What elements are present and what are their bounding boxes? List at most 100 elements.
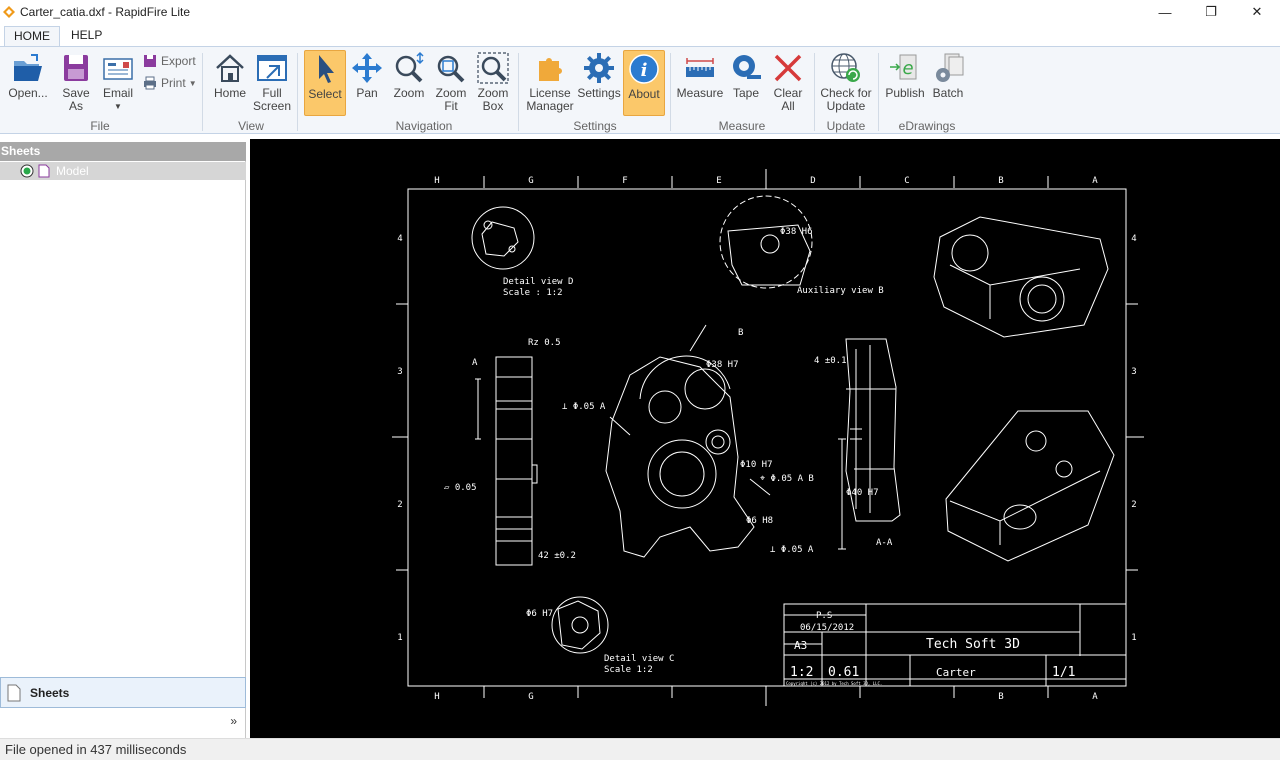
dim-10h7: Φ10 H7 [740,460,773,470]
svg-text:i: i [641,60,648,81]
document-icon [7,684,21,701]
zone-col-g: G [528,176,533,186]
email-button[interactable]: Email ▼ [100,51,136,113]
title-block-scale: 1:2 [790,665,813,680]
check-for-update-button[interactable]: Check for Update [818,51,874,113]
minimize-button[interactable]: — [1142,0,1188,24]
dim-roughness: Rz 0.5 [528,338,561,348]
red-x-icon [774,54,802,82]
close-button[interactable]: ✕ [1234,0,1280,24]
ribbon-tabs: HOME HELP [0,24,1280,46]
tol-perpendicularity-1: ⊥ Φ.05 A [562,402,606,412]
title-block-size: A3 [794,639,807,652]
batch-button[interactable]: Batch [928,51,968,100]
select-button[interactable]: Select [304,50,346,116]
detail-view-d-label: Detail view D [503,277,573,287]
zone-col-h: H [434,176,439,186]
zoom-box-button[interactable]: Zoom Box [474,51,512,113]
save-as-button[interactable]: Save As [58,51,94,113]
edrawings-publish-icon: e [890,54,917,80]
rapidfire-app-icon [3,6,15,18]
document-icon [38,164,50,178]
zoom-button[interactable]: Zoom [390,51,428,100]
title-block-part-name: Carter [936,666,976,679]
clear-all-button[interactable]: Clear All [769,51,807,113]
tree-item-model[interactable]: Model [0,162,246,180]
group-label-view: View [238,119,264,133]
detail-view-d-scale: Scale : 1:2 [503,288,563,298]
gear-icon [584,53,614,83]
title-block-date: 06/15/2012 [800,623,854,633]
title-block-company: Tech Soft 3D [926,637,1020,652]
ruler-measure-icon [686,58,714,77]
tab-help[interactable]: HELP [62,26,111,46]
zone-col-c: C [904,176,909,186]
group-separator [202,53,203,131]
zone-col-e: E [716,176,721,186]
expand-pane-button[interactable]: » [230,714,237,728]
measure-button[interactable]: Measure [677,51,723,100]
zone-col-b: B [998,176,1003,186]
zone-col-h-bottom: H [434,692,439,702]
zone-col-a-bottom: A [1092,692,1098,702]
zoom-magnifier-icon [395,51,424,83]
cursor-arrow-icon [319,55,334,83]
sheets-bottom-tab[interactable]: Sheets [0,677,246,708]
batch-gears-icon [936,53,964,82]
datum-a-label: A [472,358,478,368]
maximize-button[interactable]: ❐ [1188,0,1234,24]
detail-view-c-label: Detail view C [604,654,674,664]
tape-button[interactable]: Tape [727,51,765,100]
group-label-edrawings: eDrawings [898,119,956,133]
zone-col-g-bottom: G [528,692,533,702]
about-button[interactable]: i About [623,50,665,116]
email-icon [103,58,133,80]
tape-measure-icon [733,55,761,79]
auxiliary-view-b-label: Auxiliary view B [797,286,884,296]
printer-icon [144,76,156,90]
window-title: Carter_catia.dxf - RapidFire Lite [20,5,191,19]
group-label-settings: Settings [573,119,617,133]
chevron-down-icon: ▼ [114,102,122,111]
zone-row-3-right: 3 [1131,367,1136,377]
home-button[interactable]: Home [210,51,250,100]
title-block-weight: 0.61 [828,665,859,680]
dim-42: 42 ±0.2 [538,551,576,561]
zone-row-2: 2 [397,500,402,510]
open-button[interactable]: Open... [8,51,48,100]
dim-40h7: Φ40 H7 [846,488,879,498]
group-label-update: Update [826,119,866,133]
group-separator [297,53,298,131]
group-separator [878,53,879,131]
full-screen-button[interactable]: Full Screen [252,51,292,113]
dim-4: 4 ±0.1 [814,356,847,366]
drawing-viewport[interactable]: H G F E D C B A H G B A 4 3 2 1 4 3 2 1 … [250,139,1280,738]
tol-flatness: ▱ 0.05 [444,483,477,493]
tree-item-label: Model [56,164,89,178]
dim-38h7: Φ38 H7 [706,360,739,370]
export-icon [144,55,156,67]
group-separator [518,53,519,131]
puzzle-piece-icon [539,58,562,81]
svg-text:e: e [902,58,913,79]
zone-row-1-right: 1 [1131,633,1136,643]
print-button[interactable]: Print ▼ [142,75,197,91]
status-text: File opened in 437 milliseconds [5,742,187,757]
settings-button[interactable]: Settings [577,51,621,100]
pan-button[interactable]: Pan [348,51,386,100]
radio-selected-icon[interactable] [20,164,34,178]
tab-home[interactable]: HOME [4,26,60,46]
license-manager-button[interactable]: License Manager [524,51,576,113]
cad-drawing: H G F E D C B A H G B A 4 3 2 1 4 3 2 1 … [392,169,1144,706]
export-button[interactable]: Export [142,53,196,69]
zone-col-b-bottom: B [998,692,1003,702]
info-icon: i [629,54,659,84]
group-label-measure: Measure [718,119,766,133]
title-bar: Carter_catia.dxf - RapidFire Lite — ❐ ✕ [0,0,1280,24]
detail-view-c-scale: Scale 1:2 [604,665,653,675]
zoom-fit-button[interactable]: Zoom Fit [432,51,470,113]
zoom-box-icon [477,52,509,84]
group-label-navigation: Navigation [395,119,453,133]
ribbon: Open... Save As Email ▼ Export Print ▼ F… [0,46,1280,134]
publish-button[interactable]: e Publish [884,51,926,100]
